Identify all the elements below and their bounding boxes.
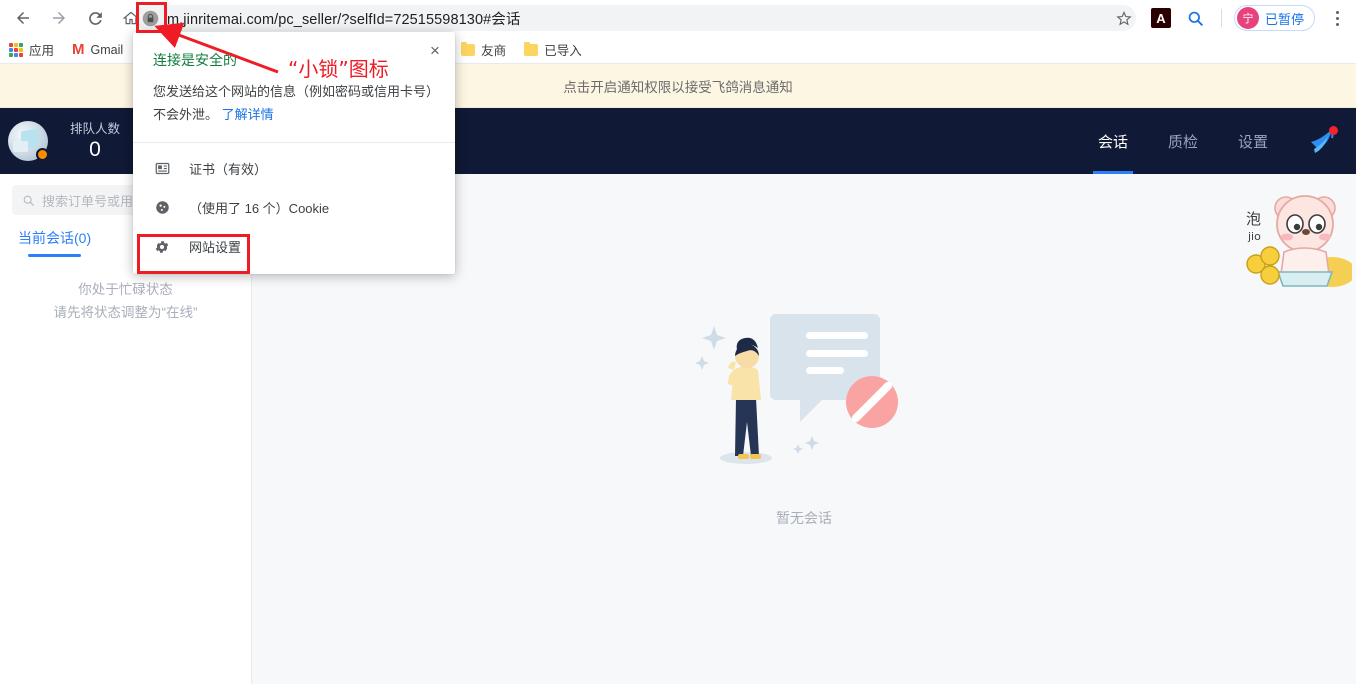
learn-more-link[interactable]: 了解详情	[222, 107, 274, 122]
profile-avatar: 宁	[1237, 7, 1259, 29]
menu-item-cookies[interactable]: （使用了 16 个）Cookie	[133, 188, 455, 227]
tab-label: 会话	[1098, 131, 1128, 152]
tab-shezhi[interactable]: 设置	[1218, 108, 1288, 174]
avatar[interactable]	[8, 121, 48, 161]
busy-status-message: 你处于忙碌状态 请先将状态调整为“在线”	[0, 278, 251, 324]
tab-label: 设置	[1238, 131, 1268, 152]
folder-icon	[461, 44, 475, 56]
notification-badge-dot	[1329, 126, 1338, 135]
busy-line-1: 你处于忙碌状态	[0, 278, 251, 301]
queue-count: 0	[70, 138, 120, 162]
toolbar-divider	[1221, 9, 1222, 27]
gmail-icon: M	[72, 42, 85, 57]
search-extension-icon[interactable]	[1183, 5, 1209, 31]
svg-text:jio: jio	[1247, 230, 1261, 243]
tab-zhijian[interactable]: 质检	[1148, 108, 1218, 174]
reload-icon[interactable]	[80, 3, 110, 33]
busy-line-2: 请先将状态调整为“在线”	[0, 301, 251, 324]
back-icon[interactable]	[8, 3, 38, 33]
annotation-label-lock: “小锁”图标	[288, 53, 389, 82]
queue-label: 排队人数	[70, 121, 120, 138]
bookmark-label: 友商	[481, 40, 506, 59]
sidebar-tab-label: 当前会话(0)	[18, 230, 91, 246]
empty-state-caption: 暂无会话	[776, 508, 832, 528]
tab-huihua[interactable]: 会话	[1078, 108, 1148, 174]
bookmark-star-icon[interactable]	[1111, 5, 1137, 31]
toolbar-right-group: A 宁 已暂停	[1111, 0, 1356, 36]
bookmark-folder-imported[interactable]: 已导入	[515, 38, 591, 62]
close-icon[interactable]: ×	[423, 38, 447, 62]
menu-item-label: （使用了 16 个）Cookie	[189, 198, 329, 217]
no-conversation-illustration	[684, 298, 924, 478]
tab-current-conversations[interactable]: 当前会话(0)	[18, 228, 91, 257]
apps-grid-icon	[9, 43, 23, 57]
bookmark-apps[interactable]: 应用	[0, 38, 63, 62]
bear-mascot: 泡 jio	[1240, 180, 1352, 298]
certificate-icon	[153, 160, 171, 178]
security-description: 您发送给这个网站的信息（例如密码或信用卡号）不会外泄。 了解详情	[153, 80, 435, 126]
svg-text:泡: 泡	[1246, 210, 1261, 228]
profile-status-label: 已暂停	[1265, 9, 1304, 28]
forward-icon[interactable]	[44, 3, 74, 33]
bookmark-folder-youshang[interactable]: 友商	[452, 38, 515, 62]
menu-item-label: 证书（有效）	[189, 159, 267, 178]
tab-label: 质检	[1168, 131, 1198, 152]
chrome-menu-icon[interactable]	[1323, 3, 1351, 33]
empty-state: 暂无会话	[684, 298, 924, 528]
security-description-text: 您发送给这个网站的信息（例如密码或信用卡号）不会外泄。	[153, 84, 433, 122]
status-dot-busy	[36, 148, 49, 161]
bookmark-gmail[interactable]: M Gmail	[63, 38, 132, 62]
search-icon	[22, 194, 35, 207]
folder-icon	[524, 44, 538, 56]
queue-block: 排队人数 0	[70, 121, 120, 162]
profile-chip[interactable]: 宁 已暂停	[1234, 5, 1315, 31]
acrobat-extension-icon[interactable]: A	[1151, 8, 1171, 28]
feige-bird-logo-icon[interactable]	[1306, 126, 1338, 156]
bookmark-label: 已导入	[544, 40, 582, 59]
menu-item-site-settings[interactable]: 网站设置	[133, 227, 455, 266]
screen: m.jinritemai.com/pc_seller/?selfId=72515…	[0, 0, 1356, 684]
header-nav-tabs: 会话 质检 设置	[1078, 108, 1356, 174]
menu-item-label: 网站设置	[189, 237, 241, 256]
cookie-icon	[153, 199, 171, 217]
gear-icon	[153, 238, 171, 256]
notification-banner-text: 点击开启通知权限以接受飞鸽消息通知	[563, 76, 793, 96]
acrobat-glyph: A	[1156, 12, 1165, 25]
bookmark-label: Gmail	[91, 43, 124, 57]
security-popup-menu: 证书（有效） （使用了 16 个）Cookie 网站设置	[133, 143, 455, 274]
bookmark-label: 应用	[29, 40, 54, 59]
annotation-arrow	[150, 20, 290, 82]
menu-item-certificate[interactable]: 证书（有效）	[133, 149, 455, 188]
